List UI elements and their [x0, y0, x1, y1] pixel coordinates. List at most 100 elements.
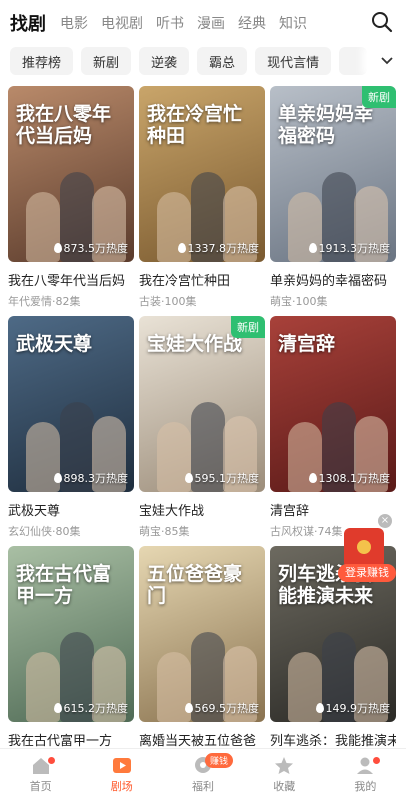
nav-label: 福利 — [192, 780, 214, 793]
poster-title-art: 我在冷宫忙种田 — [147, 103, 243, 147]
poster-title-art: 武极天尊 — [16, 333, 93, 355]
chip-modern-romance[interactable]: 现代言情 — [255, 47, 332, 75]
drama-poster[interactable]: 五位爸爸豪门 569.5万热度 — [139, 546, 265, 722]
heat-value: 898.3万热度 — [63, 472, 129, 485]
tab-comics[interactable]: 漫画 — [197, 13, 225, 33]
nav-label: 收藏 — [273, 780, 296, 793]
drama-meta: 年代爱情·82集 — [8, 295, 81, 308]
heat-value: 149.9万热度 — [325, 702, 391, 715]
tab-find-drama[interactable]: 找剧 — [10, 10, 46, 36]
drama-title[interactable]: 列车逃杀：我能推演未来 — [270, 730, 396, 749]
flame-icon — [308, 243, 317, 253]
heat-count: 898.3万热度 — [53, 470, 129, 486]
drama-meta: 玄幻仙侠·80集 — [8, 525, 81, 538]
card-five-dads[interactable]: 五位爸爸豪门 569.5万热度离婚当天被五位爸爸 — [139, 546, 265, 749]
drama-poster[interactable]: 单亲妈妈幸福密码 新剧 1913.3万热度 — [270, 86, 396, 262]
heat-value: 1913.3万热度 — [318, 242, 391, 255]
bottom-nav: 首页 剧场 赚钱 福利收藏 我的 — [0, 748, 406, 800]
heat-count: 615.2万热度 — [53, 700, 129, 716]
drama-meta: 古装·100集 — [139, 295, 197, 308]
tab-tv-series[interactable]: 电视剧 — [101, 13, 143, 33]
login-earn-promo[interactable]: × 登录赚钱 — [338, 514, 396, 582]
card-qing-palace[interactable]: 清宫辞 1308.1万热度 清宫辞 古风权谋·74集 — [270, 316, 396, 539]
chip-ranking[interactable]: 推荐榜 — [10, 47, 74, 75]
heat-count: 1337.8万热度 — [177, 240, 259, 256]
heat-count: 1913.3万热度 — [308, 240, 391, 256]
drama-poster[interactable]: 宝娃大作战 新剧 595.1万热度 — [139, 316, 265, 492]
card-wuji-tianzun[interactable]: 武极天尊 898.3万热度 武极天尊 玄幻仙侠·80集 — [8, 316, 134, 539]
nav-label: 首页 — [29, 780, 52, 793]
expand-chips-button[interactable] — [368, 46, 406, 76]
drama-title[interactable]: 清宫辞 — [270, 500, 396, 519]
card-baby-battle[interactable]: 宝娃大作战 新剧 595.1万热度 宝娃大作战 萌宝·85集 — [139, 316, 265, 539]
heat-count: 569.5万热度 — [184, 700, 260, 716]
notification-dot — [48, 757, 56, 764]
drama-poster[interactable]: 我在八零年代当后妈 873.5万热度 — [8, 86, 134, 262]
drama-meta: 萌宝·85集 — [139, 525, 190, 538]
flame-icon — [53, 243, 62, 253]
poster-title-art: 五位爸爸豪门 — [147, 563, 243, 607]
tab-knowledge[interactable]: 知识 — [279, 13, 307, 33]
tab-classics[interactable]: 经典 — [238, 13, 266, 33]
poster-title-art: 清宫辞 — [278, 333, 336, 355]
chip-new[interactable]: 新剧 — [81, 47, 132, 75]
poster-title-art: 单亲妈妈幸福密码 — [278, 103, 374, 147]
new-badge: 新剧 — [231, 316, 265, 338]
flame-icon — [184, 473, 193, 483]
poster-title-art: 我在八零年代当后妈 — [16, 103, 112, 147]
card-single-mom[interactable]: 单亲妈妈幸福密码 新剧 1913.3万热度单亲妈妈的幸福密码萌宝·100集 — [270, 86, 396, 309]
drama-title[interactable]: 单亲妈妈的幸福密码 — [270, 270, 396, 289]
drama-title[interactable]: 我在古代富甲一方 — [8, 730, 134, 749]
nav-welfare[interactable]: 赚钱 福利 — [162, 749, 243, 800]
flame-icon — [53, 703, 62, 713]
drama-title[interactable]: 武极天尊 — [8, 500, 134, 519]
top-category-tabs: 找剧 电影 电视剧 听书 漫画 经典 知识 — [10, 8, 396, 38]
flame-icon — [177, 243, 186, 253]
heat-count: 149.9万热度 — [315, 700, 391, 716]
flame-icon — [308, 473, 317, 483]
drama-title[interactable]: 我在八零年代当后妈 — [8, 270, 134, 289]
chip-ceo[interactable]: 霸总 — [197, 47, 248, 75]
nav-theater[interactable]: 剧场 — [81, 749, 162, 800]
heat-count: 873.5万热度 — [53, 240, 129, 256]
heat-value: 1308.1万热度 — [318, 472, 391, 485]
drama-title[interactable]: 我在冷宫忙种田 — [139, 270, 265, 289]
filter-chips: 推荐榜 新剧 逆袭 霸总 现代言情 — [10, 46, 406, 76]
card-cold-palace[interactable]: 我在冷宫忙种田 1337.8万热度 我在冷宫忙种田 古装·100集 — [139, 86, 265, 309]
card-ancient-rich[interactable]: 我在古代富甲一方 615.2万热度 我在古代富甲一方 — [8, 546, 134, 749]
theater-icon — [112, 758, 131, 773]
drama-poster[interactable]: 我在冷宫忙种田 1337.8万热度 — [139, 86, 265, 262]
search-icon[interactable] — [370, 10, 394, 34]
heat-value: 873.5万热度 — [63, 242, 129, 255]
flame-icon — [53, 473, 62, 483]
nav-me[interactable]: 我的 — [325, 749, 406, 800]
drama-title[interactable]: 宝娃大作战 — [139, 500, 265, 519]
heat-value: 595.1万热度 — [194, 472, 260, 485]
nav-label: 我的 — [354, 780, 377, 793]
poster-title-art: 我在古代富甲一方 — [16, 563, 112, 607]
drama-poster[interactable]: 武极天尊 898.3万热度 — [8, 316, 134, 492]
tab-movies[interactable]: 电影 — [60, 13, 88, 33]
red-envelope-icon — [344, 528, 384, 568]
star-icon — [275, 757, 294, 774]
nav-home[interactable]: 首页 — [0, 749, 81, 800]
heat-value: 569.5万热度 — [194, 702, 260, 715]
drama-meta: 萌宝·100集 — [270, 295, 328, 308]
tab-audiobooks[interactable]: 听书 — [156, 13, 184, 33]
flame-icon — [315, 703, 324, 713]
nav-favorites[interactable]: 收藏 — [244, 749, 325, 800]
heat-count: 1308.1万热度 — [308, 470, 391, 486]
chip-comeback[interactable]: 逆袭 — [139, 47, 190, 75]
notification-dot — [372, 757, 380, 764]
flame-icon — [184, 703, 193, 713]
heat-count: 595.1万热度 — [184, 470, 260, 486]
drama-poster[interactable]: 清宫辞 1308.1万热度 — [270, 316, 396, 492]
new-badge: 新剧 — [362, 86, 396, 108]
chevron-down-icon — [381, 57, 393, 65]
drama-poster[interactable]: 我在古代富甲一方 615.2万热度 — [8, 546, 134, 722]
nav-label: 剧场 — [110, 780, 133, 793]
drama-title[interactable]: 离婚当天被五位爸爸 — [139, 730, 265, 749]
heat-value: 615.2万热度 — [63, 702, 129, 715]
card-80s-stepmom[interactable]: 我在八零年代当后妈 873.5万热度 我在八零年代当后妈 年代爱情·82集 — [8, 86, 134, 309]
close-icon[interactable]: × — [378, 514, 392, 528]
